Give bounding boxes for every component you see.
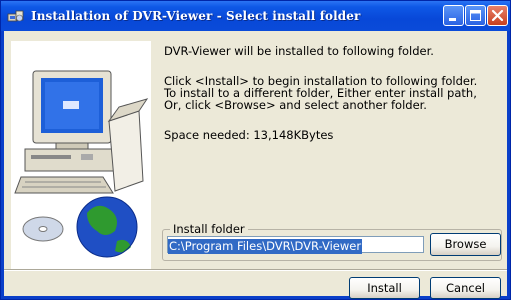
install-folder-label: Install folder [170,222,248,236]
install-path-input[interactable]: C:\Program Files\DVR\DVR-Viewer [167,236,424,254]
space-needed-text: Space needed: 13,148KBytes [164,128,334,142]
minimize-button[interactable] [443,5,464,26]
install-button[interactable]: Install [349,277,420,299]
dialog-client-area: DVR-Viewer will be installed to followin… [4,31,507,299]
maximize-icon [470,10,481,21]
install-path-value: C:\Program Files\DVR\DVR-Viewer [168,239,363,254]
installer-window: Installation of DVR-Viewer - Select inst… [0,0,511,300]
maximize-button[interactable] [465,5,486,26]
install-destination-message: DVR-Viewer will be installed to followin… [164,44,434,58]
cancel-button[interactable]: Cancel [430,277,501,299]
installer-icon [7,8,25,24]
computer-illustration [11,41,151,271]
minimize-icon [449,18,456,21]
close-button[interactable] [487,5,508,26]
window-title: Installation of DVR-Viewer - Select inst… [31,9,361,23]
instructions-line-3: Or, click <Browse> and select another fo… [164,98,427,112]
footer-divider [4,269,507,271]
title-bar[interactable]: Installation of DVR-Viewer - Select inst… [1,1,510,31]
close-icon [491,9,504,22]
browse-button[interactable]: Browse [430,233,501,256]
